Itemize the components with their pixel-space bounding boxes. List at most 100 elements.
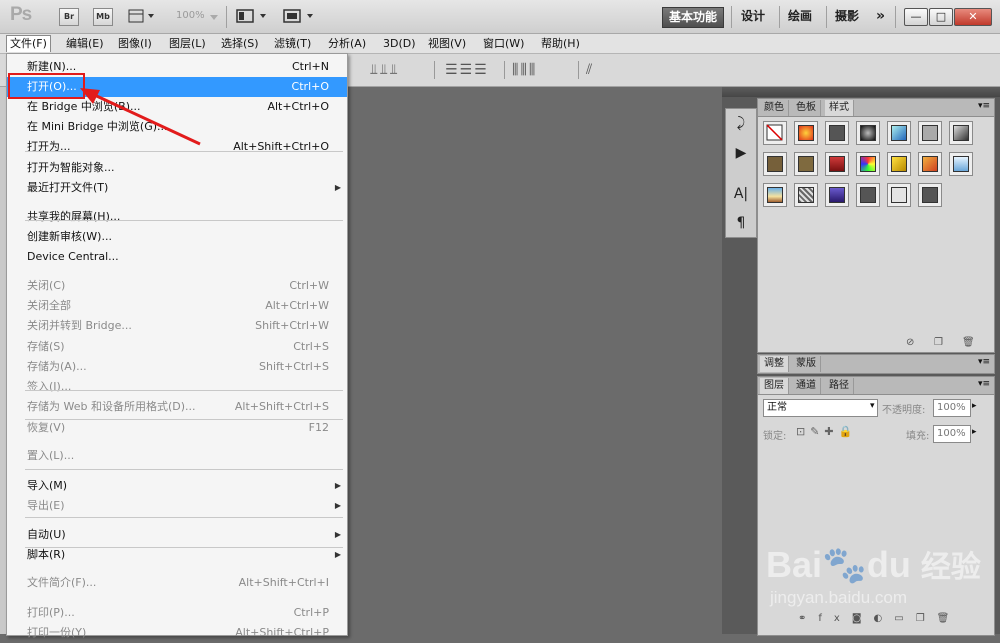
menu-select[interactable]: 选择(S) xyxy=(218,36,262,52)
style-swatch[interactable] xyxy=(794,152,818,176)
trash-icon[interactable]: 🗑 xyxy=(962,337,975,348)
style-swatch[interactable] xyxy=(856,183,880,207)
more-workspaces-button[interactable]: » xyxy=(870,7,891,26)
menu-item[interactable]: 自动(U) ▶ xyxy=(7,525,347,545)
minimize-button[interactable]: — xyxy=(904,8,928,26)
menu-separator xyxy=(25,547,343,548)
style-swatch[interactable] xyxy=(825,121,849,145)
menu-view[interactable]: 视图(V) xyxy=(425,36,469,52)
chevron-right-icon[interactable]: ▸ xyxy=(972,427,977,437)
style-swatch[interactable] xyxy=(825,152,849,176)
opacity-label: 不透明度: xyxy=(882,405,926,416)
menu-item-label: 文件简介(F)... xyxy=(27,576,97,589)
style-swatch[interactable] xyxy=(856,152,880,176)
clear-style-icon[interactable]: ⊘ xyxy=(906,337,914,348)
new-style-icon[interactable]: ❐ xyxy=(934,337,943,348)
menu-separator xyxy=(25,517,343,518)
menu-filter[interactable]: 滤镜(T) xyxy=(271,36,314,52)
tab-adjustments[interactable]: 调整 xyxy=(760,356,789,372)
menu-help[interactable]: 帮助(H) xyxy=(538,36,583,52)
layers-panel-tabs: 图层 通道 路径 ▾≡ xyxy=(758,377,994,395)
maximize-button[interactable]: □ xyxy=(929,8,953,26)
arrange-documents-button[interactable] xyxy=(236,9,270,23)
tab-masks[interactable]: 蒙版 xyxy=(792,356,821,372)
style-swatch[interactable] xyxy=(918,121,942,145)
panel-menu-icon[interactable]: ▾≡ xyxy=(978,357,990,367)
menu-image[interactable]: 图像(I) xyxy=(115,36,155,52)
menu-item[interactable]: 打开为智能对象... xyxy=(7,158,347,178)
style-swatch[interactable] xyxy=(825,183,849,207)
styles-panel-tabs: 颜色 色板 样式 ▾≡ xyxy=(758,99,994,117)
menu-item[interactable]: 脚本(R) ▶ xyxy=(7,545,347,565)
menu-item: 打印(P)... Ctrl+P xyxy=(7,603,347,623)
style-swatch[interactable] xyxy=(887,121,911,145)
menu-item[interactable]: 共享我的屏幕(H)... xyxy=(7,207,347,227)
menu-item-shortcut: Ctrl+O xyxy=(291,80,329,93)
tab-channels[interactable]: 通道 xyxy=(792,378,821,394)
auto-align-icon[interactable]: ⫽ xyxy=(586,62,594,78)
layer-bottom-buttons[interactable]: ⚭fx◙◐▭❐🗑 xyxy=(798,613,961,624)
style-swatch[interactable] xyxy=(949,121,973,145)
menu-item: 置入(L)... xyxy=(7,446,347,466)
history-icon[interactable]: ⤸ xyxy=(730,113,752,133)
tab-paths[interactable]: 路径 xyxy=(825,378,854,394)
style-swatch[interactable] xyxy=(763,183,787,207)
style-swatch[interactable] xyxy=(887,183,911,207)
close-button[interactable]: ✕ xyxy=(954,8,992,26)
menu-item-label: 关闭并转到 Bridge... xyxy=(27,319,132,332)
tab-layers[interactable]: 图层 xyxy=(760,378,789,394)
paragraph-icon[interactable]: ¶ xyxy=(730,213,752,233)
menu-edit[interactable]: 编辑(E) xyxy=(63,36,107,52)
style-swatch[interactable] xyxy=(856,121,880,145)
view-extras-button[interactable] xyxy=(128,9,154,23)
menu-item-shortcut: Shift+Ctrl+S xyxy=(259,360,329,373)
style-swatch[interactable] xyxy=(794,183,818,207)
mini-bridge-button[interactable]: Mb xyxy=(93,8,113,26)
lock-icons[interactable]: ⊡✎✚🔒 xyxy=(796,425,857,438)
watermark-brand: Bai xyxy=(766,544,823,585)
menu-analysis[interactable]: 分析(A) xyxy=(325,36,369,52)
workspace-photography[interactable]: 摄影 xyxy=(829,7,865,26)
tab-color[interactable]: 颜色 xyxy=(760,100,789,116)
menu-item-label: 存储为(A)... xyxy=(27,360,87,373)
bridge-button[interactable]: Br xyxy=(59,8,79,26)
style-swatch[interactable] xyxy=(794,121,818,145)
style-swatch[interactable] xyxy=(918,152,942,176)
menu-item[interactable]: Device Central... xyxy=(7,247,347,267)
zoom-level[interactable]: 100% xyxy=(176,10,205,21)
workspace-painting[interactable]: 绘画 xyxy=(782,7,818,26)
style-swatch[interactable] xyxy=(763,152,787,176)
actions-icon[interactable]: ▶ xyxy=(730,143,752,163)
collapsed-panel-icons: ⤸ ▶ A| ¶ xyxy=(725,108,757,238)
blend-mode-select[interactable]: 正常 xyxy=(763,399,878,417)
tab-styles[interactable]: 样式 xyxy=(825,100,854,116)
style-swatch[interactable] xyxy=(918,183,942,207)
screen-mode-button[interactable] xyxy=(283,9,317,23)
panel-menu-icon[interactable]: ▾≡ xyxy=(978,379,990,389)
workspace-essentials[interactable]: 基本功能 xyxy=(662,7,725,28)
menu-file[interactable]: 文件(F) xyxy=(6,35,51,52)
workspace-design[interactable]: 设计 xyxy=(735,7,771,26)
menu-separator xyxy=(25,419,343,420)
menu-item-label: 共享我的屏幕(H)... xyxy=(27,210,121,223)
menu-item[interactable]: 最近打开文件(T) ▶ xyxy=(7,178,347,198)
align-icons[interactable]: ⫫⫫⫫ xyxy=(370,62,400,78)
opacity-field[interactable]: 100% xyxy=(933,399,971,417)
chevron-right-icon[interactable]: ▸ xyxy=(972,401,977,411)
distribute-horizontal-icons[interactable]: ⫼⫼⫼ xyxy=(512,62,537,78)
style-swatch[interactable] xyxy=(887,152,911,176)
tab-swatches[interactable]: 色板 xyxy=(792,100,821,116)
menu-item[interactable]: 创建新审核(W)... xyxy=(7,227,347,247)
menu-item[interactable]: 导入(M) ▶ xyxy=(7,476,347,496)
menu-3d[interactable]: 3D(D) xyxy=(380,36,419,52)
title-bar: Ps Br Mb 100% 基本功能 设计 绘画 摄影 » — □ ✕ xyxy=(0,0,1000,34)
style-swatch[interactable] xyxy=(949,152,973,176)
panel-menu-icon[interactable]: ▾≡ xyxy=(978,101,990,111)
fill-field[interactable]: 100% xyxy=(933,425,971,443)
style-swatch[interactable] xyxy=(763,121,787,145)
character-icon[interactable]: A| xyxy=(730,184,752,204)
submenu-arrow-icon: ▶ xyxy=(334,530,341,539)
menu-layer[interactable]: 图层(L) xyxy=(166,36,209,52)
menu-window[interactable]: 窗口(W) xyxy=(480,36,527,52)
distribute-icons[interactable]: ☰☰☰ xyxy=(445,62,489,78)
